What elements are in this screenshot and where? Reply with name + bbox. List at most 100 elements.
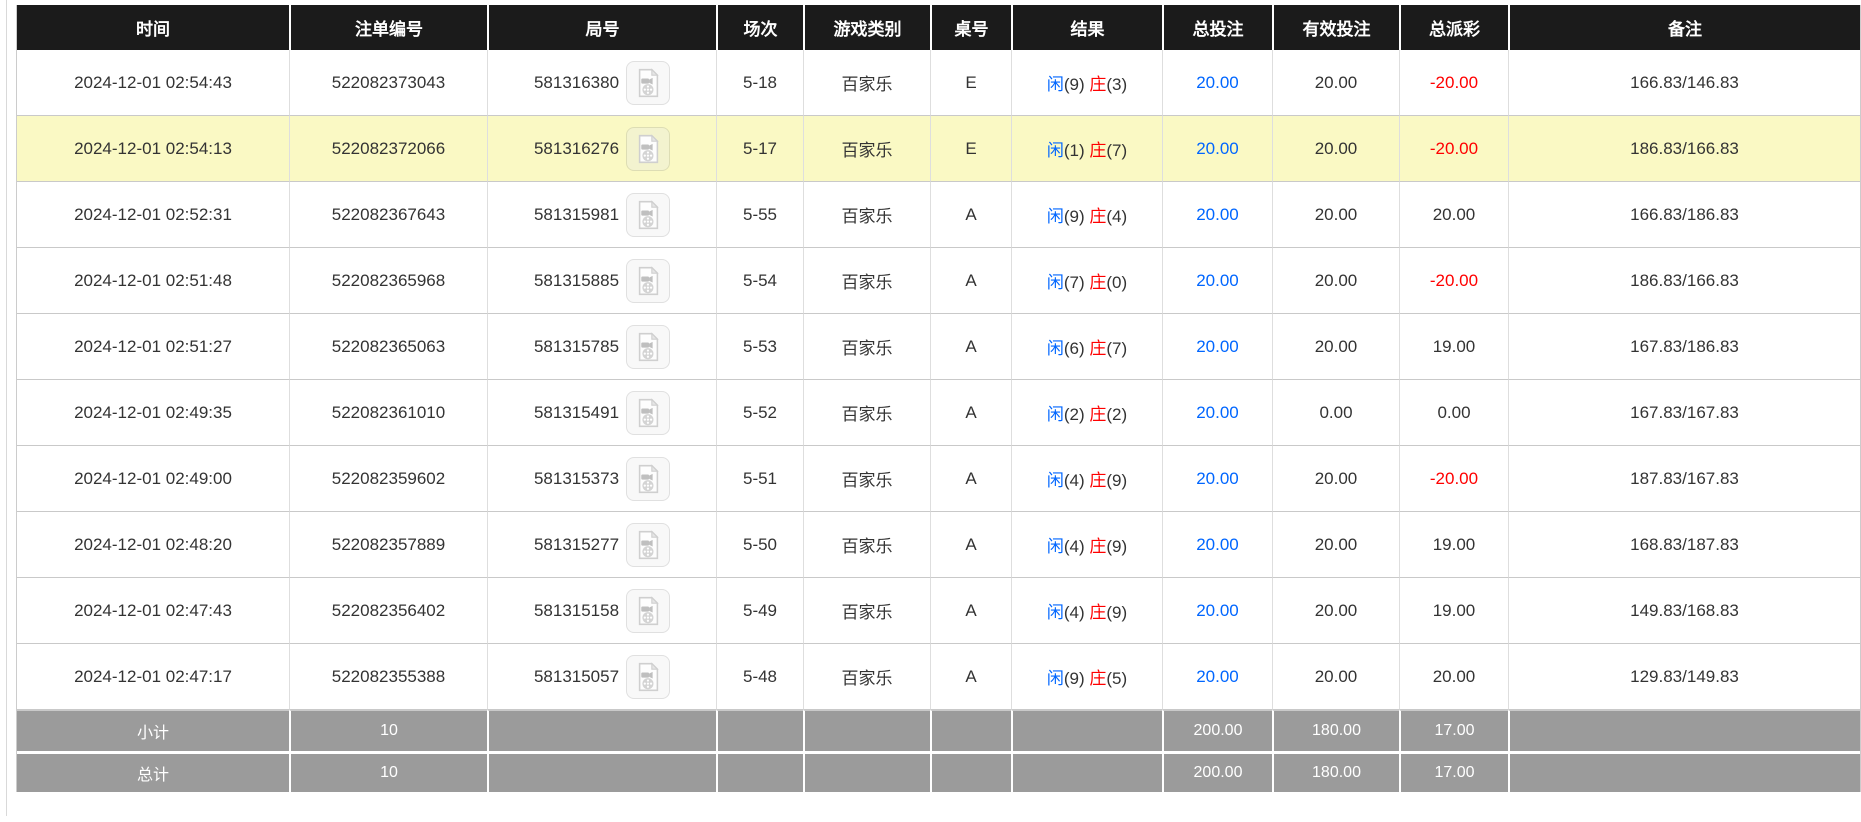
player-result-label: 闲	[1046, 141, 1064, 160]
table-footer: 小计 10 200.00 180.00 17.00 总计 10 200.00 1…	[17, 710, 1860, 792]
video-replay-button[interactable]	[626, 258, 671, 303]
video-replay-button[interactable]	[626, 390, 671, 435]
table-row: 2024-12-01 02:49:35 522082361010 5813154…	[17, 380, 1860, 446]
video-file-icon	[638, 133, 659, 163]
total-bet-cell: 20.00	[1162, 50, 1272, 116]
time-cell: 2024-12-01 02:54:43	[17, 50, 289, 116]
time-cell: 2024-12-01 02:51:48	[17, 248, 289, 314]
subtotal-label: 小计	[17, 710, 289, 751]
header-total-payout: 总派彩	[1399, 5, 1508, 50]
total-bet-link[interactable]: 20.00	[1196, 601, 1239, 620]
table-row: 2024-12-01 02:49:00 522082359602 5813153…	[17, 446, 1860, 512]
video-replay-button[interactable]	[626, 60, 671, 105]
subtotal-payout: 17.00	[1399, 710, 1508, 751]
game-type-cell: 百家乐	[803, 182, 930, 248]
total-bet-link[interactable]: 20.00	[1196, 535, 1239, 554]
video-file-icon	[638, 331, 659, 361]
table-row: 2024-12-01 02:51:48 522082365968 5813158…	[17, 248, 1860, 314]
payout-cell: -20.00	[1399, 50, 1508, 116]
round-id-cell: 581316380	[487, 50, 716, 116]
table-row: 2024-12-01 02:47:43 522082356402 5813151…	[17, 578, 1860, 644]
time-cell: 2024-12-01 02:51:27	[17, 314, 289, 380]
total-row: 总计 10 200.00 180.00 17.00	[17, 751, 1860, 792]
payout-cell: -20.00	[1399, 116, 1508, 182]
total-bet-cell: 20.00	[1162, 182, 1272, 248]
total-label: 总计	[17, 751, 289, 792]
valid-bet-cell: 20.00	[1272, 248, 1399, 314]
video-replay-button[interactable]	[626, 126, 671, 171]
session-cell: 5-51	[716, 446, 803, 512]
result-cell: 闲(4) 庄(9)	[1011, 512, 1162, 578]
time-cell: 2024-12-01 02:49:35	[17, 380, 289, 446]
total-bet-link[interactable]: 20.00	[1196, 73, 1239, 92]
table-no-cell: A	[930, 578, 1011, 644]
player-result-label: 闲	[1046, 537, 1064, 556]
total-bet-link[interactable]: 20.00	[1196, 667, 1239, 686]
bet-id-cell: 522082373043	[289, 50, 487, 116]
table-no-cell: E	[930, 116, 1011, 182]
table-row: 2024-12-01 02:54:43 522082373043 5813163…	[17, 50, 1860, 116]
banker-result-label: 庄	[1089, 207, 1107, 226]
valid-bet-cell: 20.00	[1272, 182, 1399, 248]
bet-id-cell: 522082355388	[289, 644, 487, 710]
table-row: 2024-12-01 02:54:13 522082372066 5813162…	[17, 116, 1860, 182]
time-cell: 2024-12-01 02:52:31	[17, 182, 289, 248]
total-bet-link[interactable]: 20.00	[1196, 139, 1239, 158]
video-replay-button[interactable]	[626, 192, 671, 237]
banker-result-label: 庄	[1089, 273, 1107, 292]
player-result-label: 闲	[1046, 471, 1064, 490]
total-payout: 17.00	[1399, 751, 1508, 792]
total-bet-cell: 20.00	[1162, 446, 1272, 512]
total-bet-link[interactable]: 20.00	[1196, 337, 1239, 356]
player-result-label: 闲	[1046, 339, 1064, 358]
banker-result-label: 庄	[1089, 603, 1107, 622]
remark-cell: 167.83/186.83	[1508, 314, 1860, 380]
session-cell: 5-48	[716, 644, 803, 710]
session-cell: 5-55	[716, 182, 803, 248]
header-valid-bet: 有效投注	[1272, 5, 1399, 50]
valid-bet-cell: 20.00	[1272, 446, 1399, 512]
game-type-cell: 百家乐	[803, 512, 930, 578]
video-replay-button[interactable]	[626, 588, 671, 633]
payout-cell: -20.00	[1399, 248, 1508, 314]
result-cell: 闲(2) 庄(2)	[1011, 380, 1162, 446]
table-no-cell: A	[930, 380, 1011, 446]
table-row: 2024-12-01 02:47:17 522082355388 5813150…	[17, 644, 1860, 710]
valid-bet-cell: 20.00	[1272, 512, 1399, 578]
time-cell: 2024-12-01 02:49:00	[17, 446, 289, 512]
table-row: 2024-12-01 02:51:27 522082365063 5813157…	[17, 314, 1860, 380]
player-result-label: 闲	[1046, 603, 1064, 622]
total-bet-link[interactable]: 20.00	[1196, 271, 1239, 290]
video-replay-button[interactable]	[626, 522, 671, 567]
game-type-cell: 百家乐	[803, 644, 930, 710]
video-file-icon	[638, 661, 659, 691]
total-bet-link[interactable]: 20.00	[1196, 205, 1239, 224]
table-no-cell: E	[930, 50, 1011, 116]
total-count: 10	[289, 751, 487, 792]
payout-cell: -20.00	[1399, 446, 1508, 512]
player-result-label: 闲	[1046, 405, 1064, 424]
table-no-cell: A	[930, 446, 1011, 512]
subtotal-valid-bet: 180.00	[1272, 710, 1399, 751]
table-no-cell: A	[930, 248, 1011, 314]
time-cell: 2024-12-01 02:47:17	[17, 644, 289, 710]
time-cell: 2024-12-01 02:48:20	[17, 512, 289, 578]
total-bet-link[interactable]: 20.00	[1196, 469, 1239, 488]
game-type-cell: 百家乐	[803, 50, 930, 116]
bet-id-cell: 522082365063	[289, 314, 487, 380]
total-bet-link[interactable]: 20.00	[1196, 403, 1239, 422]
total-bet-cell: 20.00	[1162, 644, 1272, 710]
result-cell: 闲(4) 庄(9)	[1011, 446, 1162, 512]
round-id-cell: 581315057	[487, 644, 716, 710]
player-result-label: 闲	[1046, 273, 1064, 292]
video-replay-button[interactable]	[626, 456, 671, 501]
header-table-no: 桌号	[930, 5, 1011, 50]
remark-cell: 186.83/166.83	[1508, 116, 1860, 182]
header-session: 场次	[716, 5, 803, 50]
result-cell: 闲(6) 庄(7)	[1011, 314, 1162, 380]
video-replay-button[interactable]	[626, 654, 671, 699]
payout-cell: 20.00	[1399, 182, 1508, 248]
video-replay-button[interactable]	[626, 324, 671, 369]
subtotal-row: 小计 10 200.00 180.00 17.00	[17, 710, 1860, 751]
bet-id-cell: 522082356402	[289, 578, 487, 644]
